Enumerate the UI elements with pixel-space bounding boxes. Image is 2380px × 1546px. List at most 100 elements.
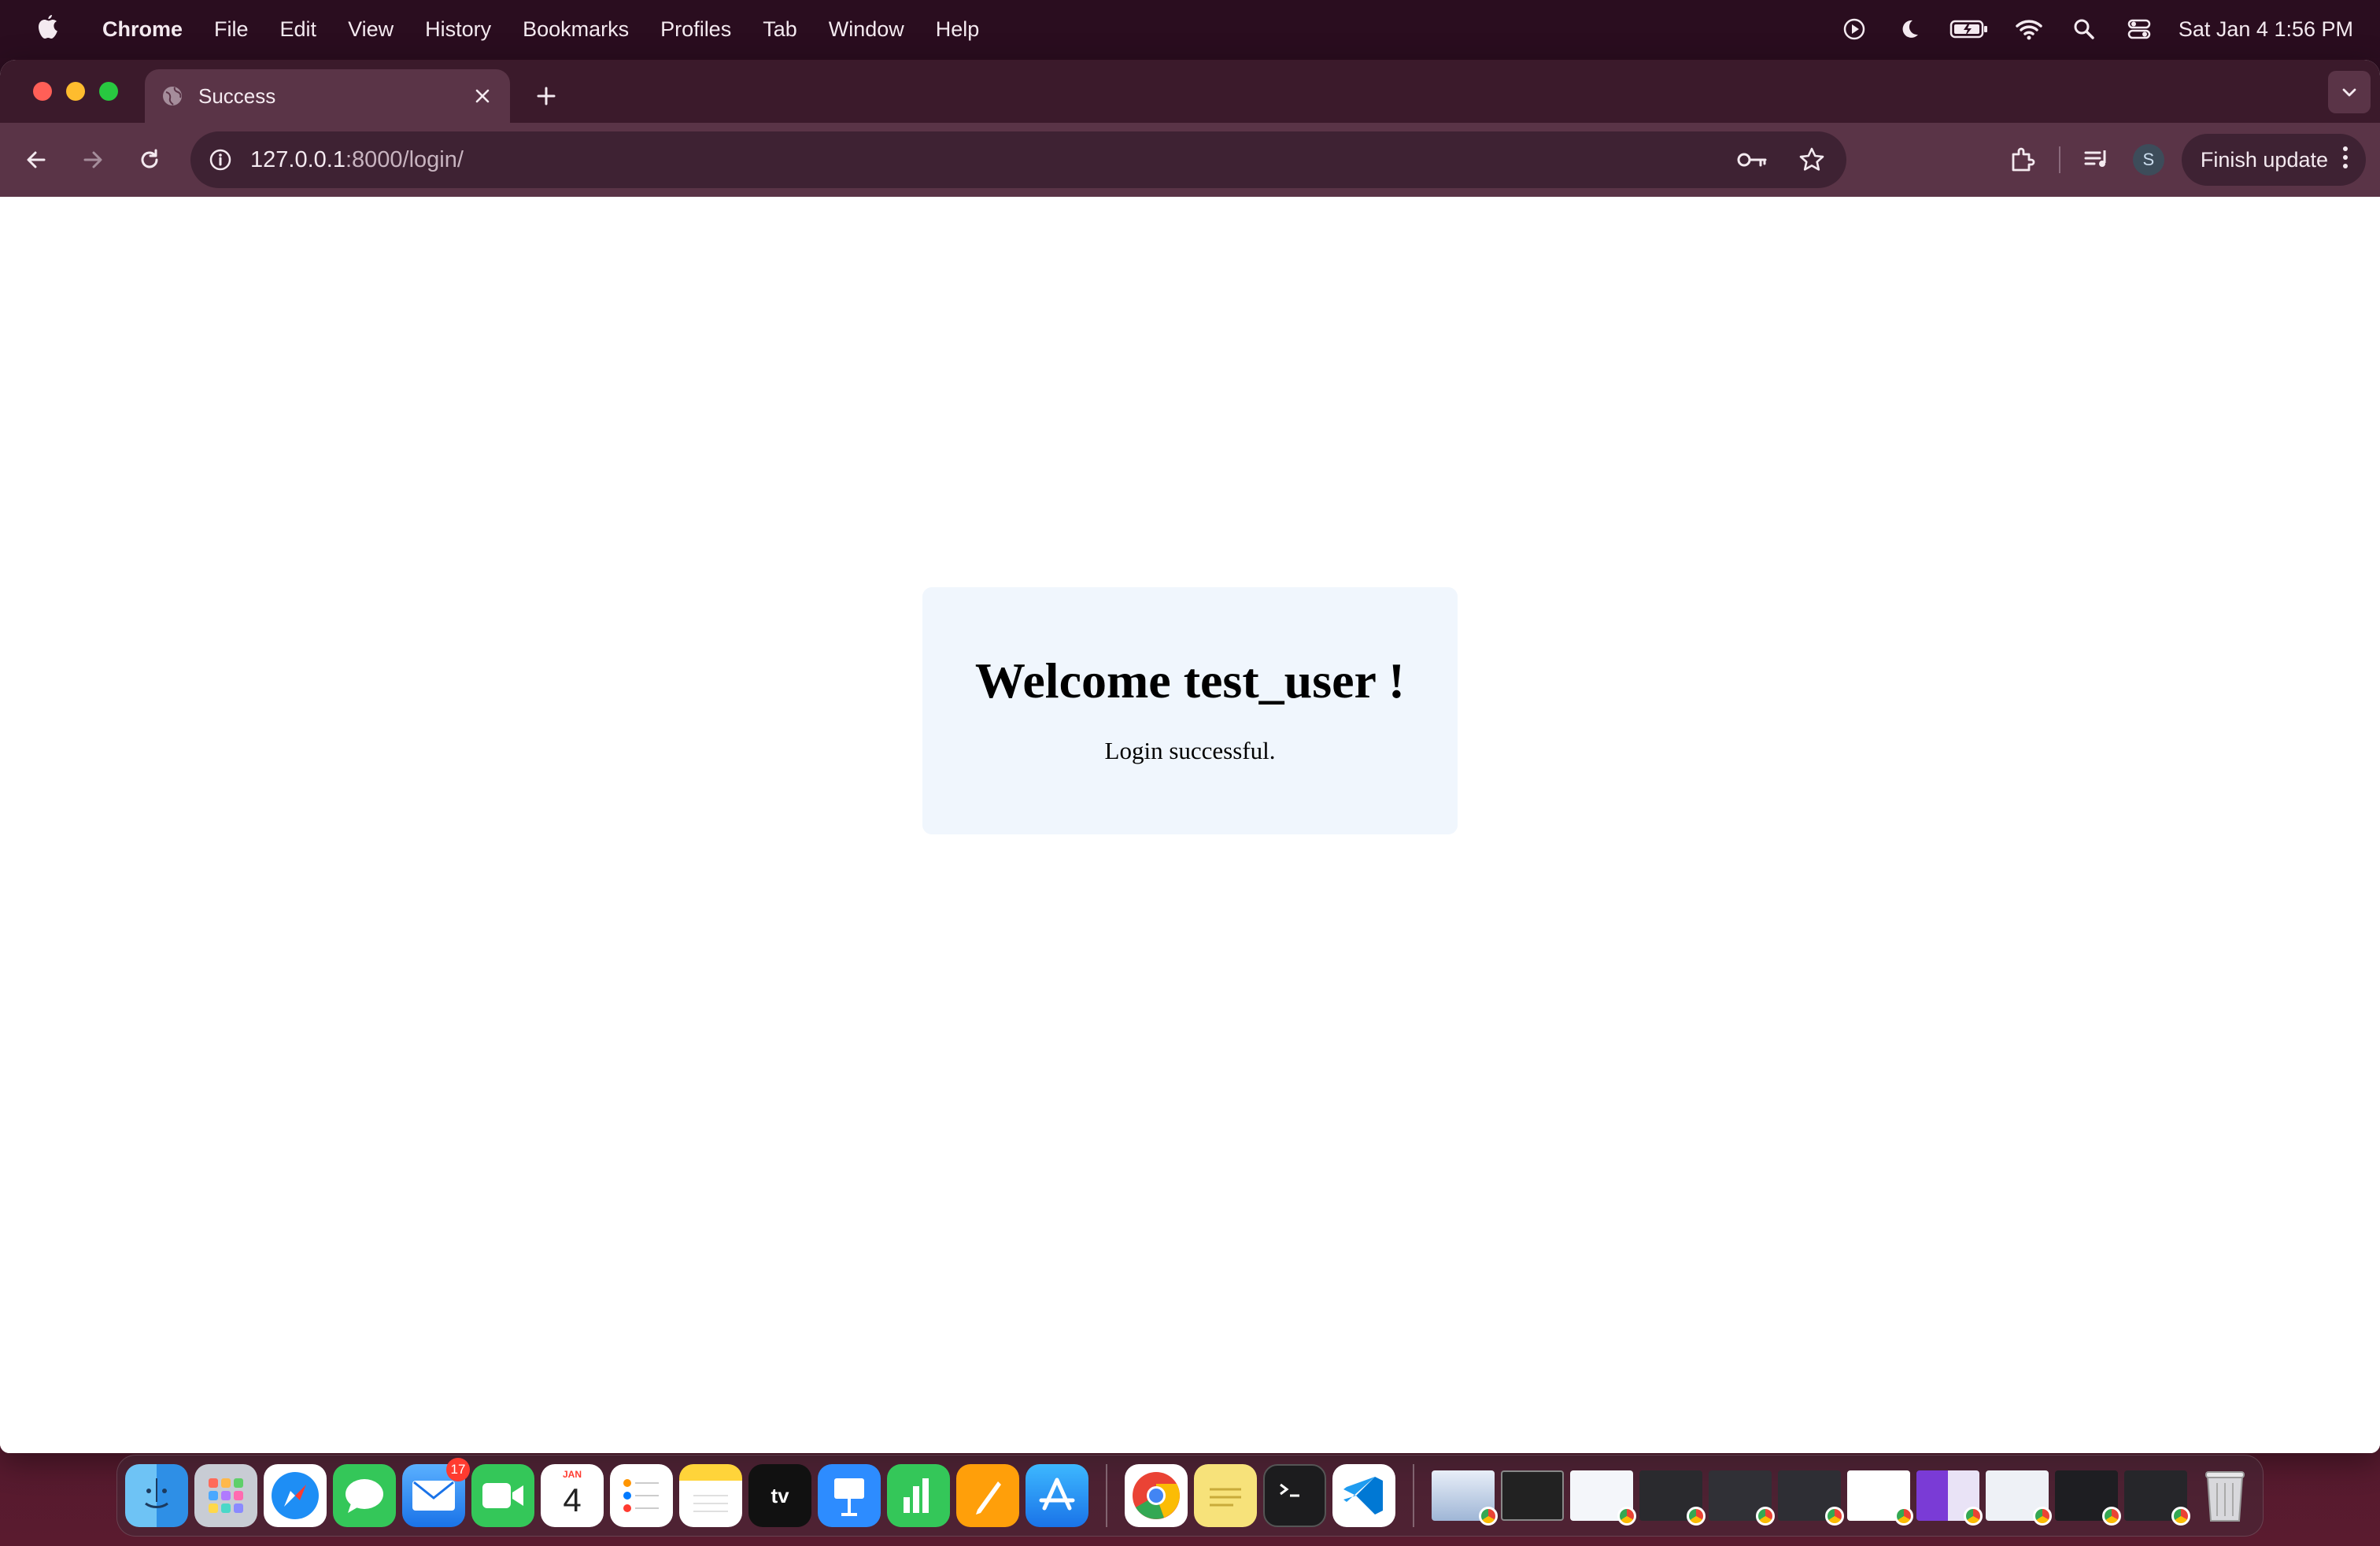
launchpad-icon[interactable] — [194, 1464, 257, 1527]
menu-edit[interactable]: Edit — [264, 17, 333, 42]
dock-separator — [1106, 1464, 1107, 1527]
password-key-icon[interactable] — [1733, 141, 1771, 179]
play-icon[interactable] — [1839, 13, 1870, 45]
apple-tv-icon[interactable]: tv — [748, 1464, 811, 1527]
reminders-icon[interactable] — [610, 1464, 673, 1527]
control-center-icon[interactable] — [2123, 13, 2155, 45]
window-controls — [33, 82, 118, 101]
notes-icon[interactable] — [679, 1464, 742, 1527]
chrome-badge-icon — [1894, 1507, 1913, 1526]
chrome-badge-icon — [2033, 1507, 2052, 1526]
menubar-clock[interactable]: Sat Jan 4 1:56 PM — [2179, 17, 2353, 42]
apple-tv-label: tv — [771, 1483, 789, 1507]
apple-menu-icon[interactable] — [30, 11, 66, 47]
keynote-icon[interactable] — [818, 1464, 881, 1527]
page-content: Welcome test_user ! Login successful. — [0, 197, 2380, 1453]
back-button[interactable] — [14, 138, 58, 182]
messages-icon[interactable] — [333, 1464, 396, 1527]
calendar-month: JAN — [562, 1469, 582, 1480]
minimized-window-thumbnail[interactable] — [1639, 1470, 1706, 1526]
menu-bookmarks[interactable]: Bookmarks — [507, 17, 645, 42]
window-minimize-button[interactable] — [66, 82, 85, 101]
forward-button[interactable] — [71, 138, 115, 182]
calendar-icon[interactable]: JAN 4 — [541, 1464, 604, 1527]
numbers-icon[interactable] — [887, 1464, 950, 1527]
menu-tab[interactable]: Tab — [747, 17, 813, 42]
mail-icon[interactable]: 17 — [402, 1458, 470, 1527]
menu-view[interactable]: View — [332, 17, 409, 42]
menu-profiles[interactable]: Profiles — [645, 17, 747, 42]
safari-icon[interactable] — [264, 1464, 327, 1527]
minimized-window-thumbnail[interactable] — [1916, 1470, 1983, 1526]
menu-help[interactable]: Help — [920, 17, 996, 42]
minimized-window-thumbnail[interactable] — [1847, 1470, 1913, 1526]
bookmark-star-icon[interactable] — [1793, 141, 1831, 179]
login-success-message: Login successful. — [1104, 737, 1276, 764]
tab-search-button[interactable] — [2328, 71, 2371, 113]
browser-toolbar: 127.0.0.1:8000/login/ S Finish update — [0, 123, 2380, 197]
site-info-icon[interactable] — [206, 146, 235, 174]
profile-avatar[interactable]: S — [2132, 144, 2164, 176]
tab-close-icon[interactable] — [471, 84, 494, 108]
minimized-window-thumbnail[interactable] — [1709, 1470, 1775, 1526]
menu-app-name[interactable]: Chrome — [87, 17, 198, 42]
globe-icon — [161, 84, 184, 108]
chrome-badge-icon — [1687, 1507, 1706, 1526]
dock: 17 JAN 4 tv — [116, 1455, 2264, 1537]
media-controls-icon[interactable] — [2078, 141, 2116, 179]
finish-update-button[interactable]: Finish update — [2181, 134, 2366, 186]
chrome-badge-icon — [1479, 1507, 1498, 1526]
welcome-heading: Welcome test_user ! — [974, 653, 1406, 708]
vscode-icon[interactable] — [1332, 1464, 1395, 1527]
address-bar[interactable]: 127.0.0.1:8000/login/ — [190, 131, 1846, 188]
reload-button[interactable] — [128, 138, 172, 182]
terminal-icon[interactable] — [1263, 1464, 1326, 1527]
chrome-badge-icon — [1825, 1507, 1844, 1526]
toolbar-actions: S Finish update — [2004, 134, 2366, 186]
pages-icon[interactable] — [956, 1464, 1019, 1527]
new-tab-button[interactable] — [527, 77, 565, 115]
chrome-badge-icon — [1756, 1507, 1775, 1526]
minimized-window-thumbnail[interactable] — [1986, 1470, 2052, 1526]
stickies-icon[interactable] — [1194, 1464, 1257, 1527]
chrome-badge-icon — [2171, 1507, 2190, 1526]
facetime-icon[interactable] — [471, 1464, 534, 1527]
window-close-button[interactable] — [33, 82, 52, 101]
mail-unread-badge: 17 — [446, 1458, 470, 1481]
omnibox-actions — [1733, 141, 1831, 179]
chrome-badge-icon — [1964, 1507, 1983, 1526]
more-options-icon — [2342, 146, 2349, 175]
moon-icon[interactable] — [1894, 13, 1925, 45]
window-maximize-button[interactable] — [99, 82, 118, 101]
success-card: Welcome test_user ! Login successful. — [922, 587, 1458, 834]
menu-file[interactable]: File — [198, 17, 264, 42]
minimized-window-thumbnail[interactable] — [2124, 1470, 2190, 1526]
spotlight-search-icon[interactable] — [2068, 13, 2100, 45]
finder-icon[interactable] — [125, 1464, 188, 1527]
menu-history[interactable]: History — [409, 17, 507, 42]
battery-icon[interactable] — [1949, 13, 1990, 45]
minimized-window-thumbnail[interactable] — [1778, 1470, 1844, 1526]
tab-strip: Success — [0, 60, 2380, 123]
minimized-window-thumbnail[interactable] — [1570, 1470, 1636, 1526]
wifi-icon[interactable] — [2013, 13, 2045, 45]
url-path: :8000/login/ — [345, 146, 464, 172]
dock-separator-2 — [1413, 1464, 1414, 1527]
calendar-day: 4 — [563, 1481, 582, 1518]
minimized-window-thumbnail[interactable] — [1501, 1470, 1564, 1521]
minimized-window-thumbnail[interactable] — [1432, 1470, 1498, 1526]
status-area: Sat Jan 4 1:56 PM — [1839, 13, 2380, 45]
finish-update-label: Finish update — [2200, 147, 2328, 172]
menu-window[interactable]: Window — [813, 17, 920, 42]
tab-success[interactable]: Success — [145, 69, 510, 123]
browser-window: Success 127.0.0.1:8000/login/ S Finish … — [0, 60, 2380, 1453]
chrome-badge-icon — [1617, 1507, 1636, 1526]
chrome-icon[interactable] — [1125, 1464, 1188, 1527]
trash-icon[interactable] — [2193, 1464, 2256, 1527]
app-store-icon[interactable] — [1026, 1464, 1088, 1527]
minimized-window-thumbnail[interactable] — [2055, 1470, 2121, 1526]
url-host: 127.0.0.1 — [250, 146, 346, 172]
extensions-icon[interactable] — [2004, 141, 2042, 179]
chrome-badge-icon — [2102, 1507, 2121, 1526]
menu-bar: Chrome File Edit View History Bookmarks … — [0, 0, 2380, 58]
